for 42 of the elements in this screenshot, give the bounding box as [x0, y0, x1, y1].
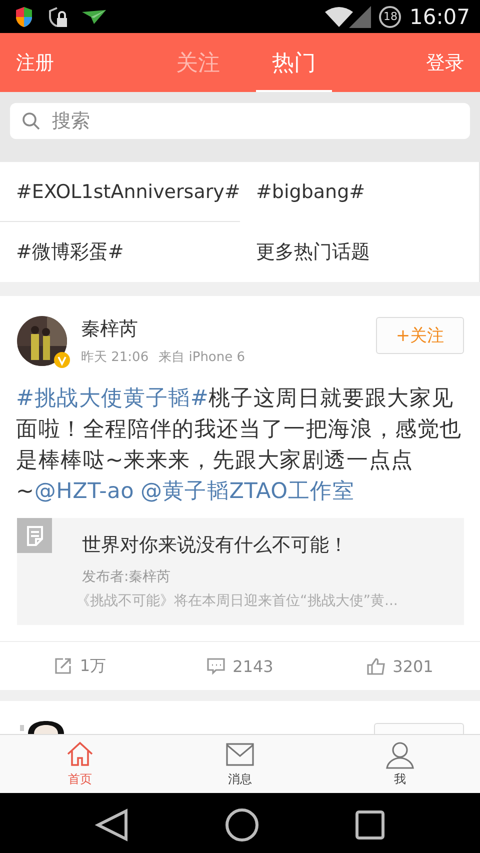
envelope-icon	[225, 740, 255, 769]
search-icon	[22, 112, 40, 130]
post-text: #挑战大使黄子韬#桃子这周日就要跟大家见面啦！全程陪伴的我还当了一把海浪，感觉也是棒棒哒~来来来，先跟大家剧透一点点~@HZT-ao @黄子韬ZTAO工作室	[16, 385, 463, 506]
like-button[interactable]: 3201	[320, 642, 480, 690]
profile-tab[interactable]: 我	[320, 735, 480, 793]
repost-icon	[54, 657, 72, 675]
register-link[interactable]: 注册	[16, 50, 54, 76]
topic-link[interactable]: #bigbang#	[240, 162, 480, 222]
article-card[interactable]: 世界对你来说没有什么不可能！ 发布者:秦梓芮 《挑战不可能》将在本周日迎来首位“挑战大使”黄...	[17, 518, 464, 625]
home-tab[interactable]: 首页	[0, 735, 160, 793]
paper-plane-icon	[82, 10, 106, 24]
login-link[interactable]: 登录	[426, 50, 464, 76]
topic-link[interactable]: #微博彩蛋#	[0, 222, 240, 282]
messages-tab[interactable]: 消息	[160, 735, 320, 793]
thumbs-up-icon	[366, 657, 385, 675]
topic-link[interactable]: 更多热门话题	[240, 222, 480, 282]
article-summary: 《挑战不可能》将在本周日迎来首位“挑战大使”黄...	[76, 592, 398, 610]
comment-icon	[206, 657, 225, 675]
article-publisher: 发布者:秦梓芮	[82, 568, 172, 586]
search-field[interactable]: 搜索	[10, 103, 470, 139]
repost-button[interactable]: 1万	[0, 642, 160, 690]
comment-button[interactable]: 2143	[160, 642, 320, 690]
mention-link[interactable]: @黄子韬ZTAO工作室	[140, 479, 355, 504]
home-circle-icon[interactable]	[225, 808, 259, 842]
topic-link[interactable]: #EXOL1stAnniversary#	[0, 162, 240, 222]
back-icon[interactable]	[95, 808, 129, 842]
person-icon	[385, 740, 415, 769]
document-icon	[26, 526, 44, 546]
mention-link[interactable]: @HZT-ao	[34, 479, 134, 504]
lock-icon	[48, 6, 68, 28]
hashtag-link[interactable]: #挑战大使黄子韬#	[16, 386, 209, 411]
home-icon	[65, 740, 95, 769]
shield-icon	[14, 6, 34, 28]
wifi-icon	[325, 6, 372, 28]
recent-apps-icon[interactable]	[355, 810, 385, 840]
article-title: 世界对你来说没有什么不可能！	[82, 533, 349, 558]
author-name[interactable]: 秦梓芮	[81, 316, 246, 342]
post-source: 来自 iPhone 6	[158, 349, 246, 366]
follow-button[interactable]: +关注	[376, 317, 464, 354]
notification-badge: 18	[379, 6, 402, 28]
post-time: 昨天 21:06	[81, 349, 149, 366]
clock-time: 16:07	[409, 4, 470, 28]
